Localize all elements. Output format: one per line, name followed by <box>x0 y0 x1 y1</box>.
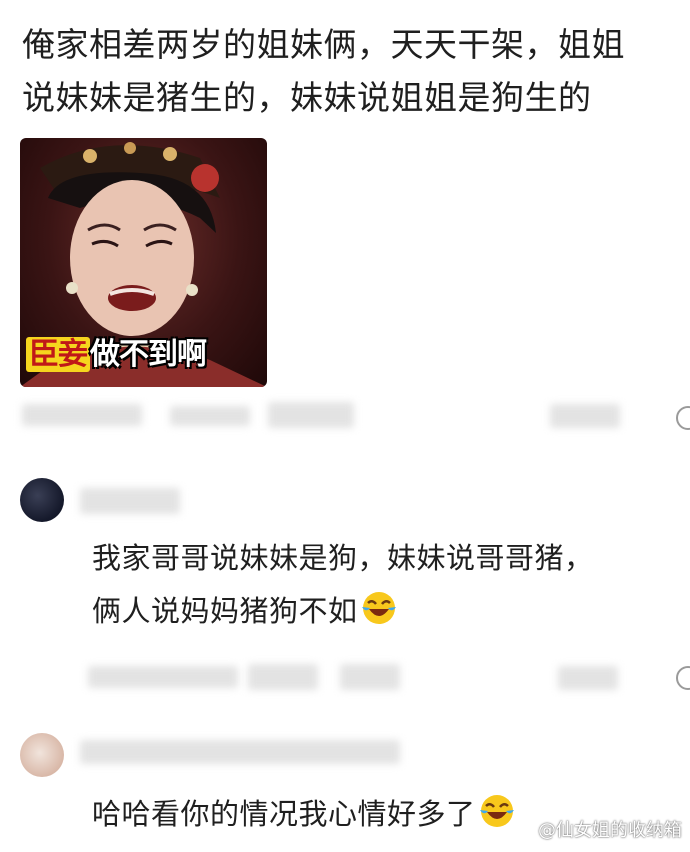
comment-meta-blurred <box>88 662 668 692</box>
post-meta-blurred <box>20 400 660 430</box>
commenter-name-blurred <box>80 738 420 768</box>
comment-text: 哈哈看你的情况我心情好多了 <box>92 788 516 841</box>
rofl-emoji-icon <box>361 592 396 624</box>
more-options-icon[interactable] <box>676 406 690 430</box>
watermark: @仙女姐的收纳箱 <box>538 820 682 841</box>
commenter-avatar[interactable] <box>20 733 64 777</box>
meme-caption-rest: 做不到啊 <box>90 337 207 372</box>
commenter-avatar[interactable] <box>20 478 64 522</box>
post-text-line2: 说妹妹是猪生的，妹妹说姐姐是狗生的 <box>22 78 592 117</box>
comment-text-line2: 俩人说妈妈猪狗不如 <box>92 585 594 638</box>
rofl-emoji-icon <box>479 795 514 827</box>
comment-text-line1: 我家哥哥说妹妹是狗，妹妹说哥哥猪， <box>92 541 594 575</box>
meme-image[interactable]: 臣妾 做不到啊 <box>20 138 267 387</box>
comment-text-line1: 哈哈看你的情况我心情好多了 <box>92 797 476 831</box>
comment-text: 我家哥哥说妹妹是狗，妹妹说哥哥猪， 俩人说妈妈猪狗不如 <box>92 532 594 638</box>
meme-caption-highlight: 臣妾 <box>26 337 90 372</box>
commenter-name-blurred <box>80 486 200 516</box>
meme-caption: 臣妾 做不到啊 <box>26 329 207 373</box>
post-text-line1: 俺家相差两岁的姐妹俩，天天干架，姐姐 <box>22 25 625 64</box>
post-text: 俺家相差两岁的姐妹俩，天天干架，姐姐 说妹妹是猪生的，妹妹说姐姐是狗生的 <box>22 18 682 124</box>
more-options-icon[interactable] <box>676 666 690 690</box>
